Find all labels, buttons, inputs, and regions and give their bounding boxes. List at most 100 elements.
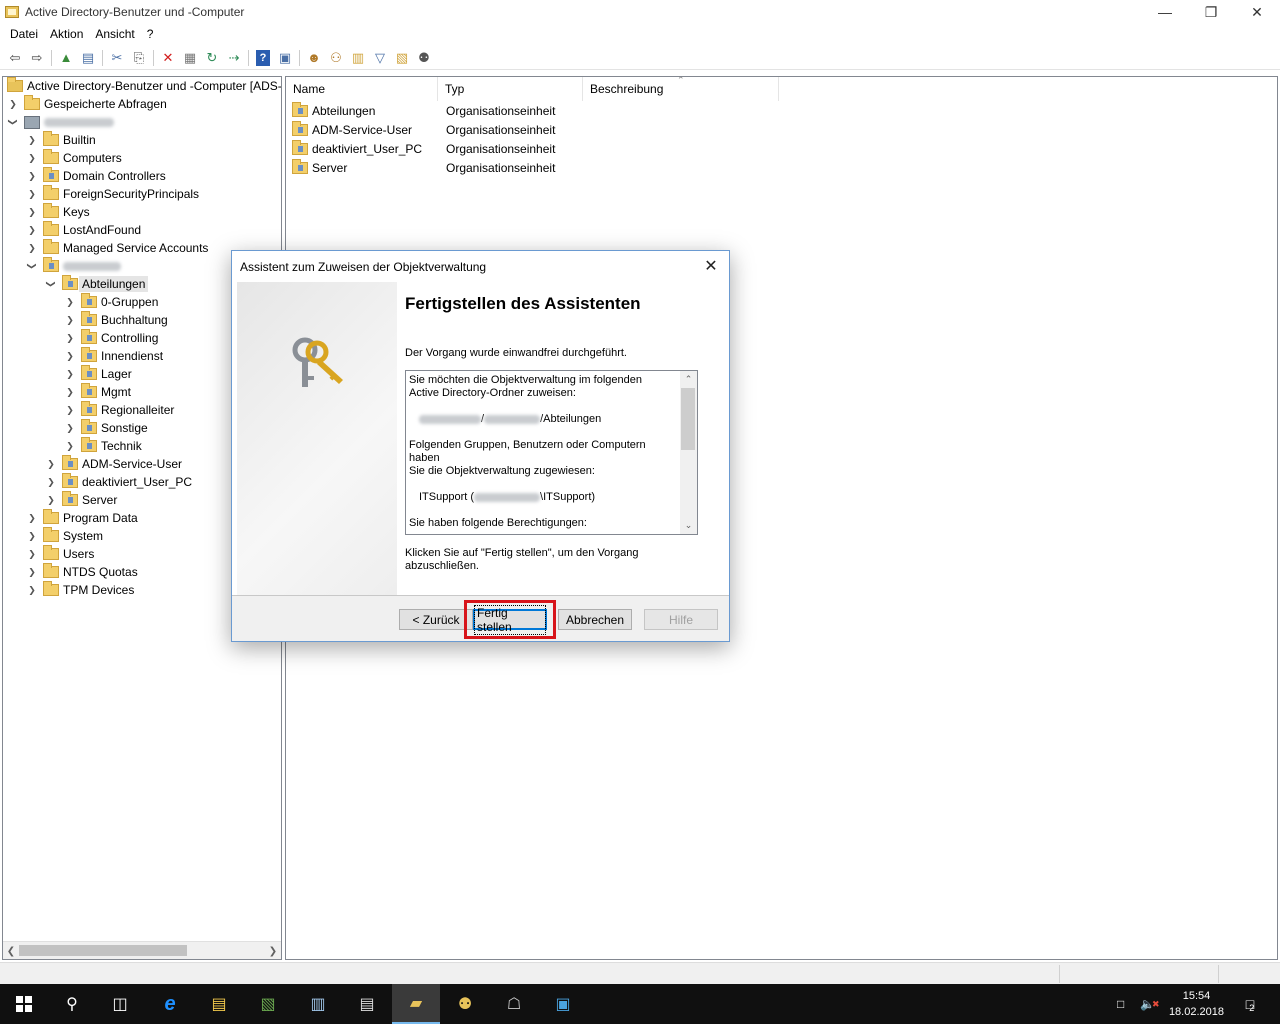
- scroll-thumb[interactable]: [681, 388, 695, 450]
- tree-item-ntds-quotas[interactable]: ❯ NTDS Quotas: [26, 563, 138, 581]
- help-button[interactable]: Hilfe: [644, 609, 718, 630]
- mmc-view-icon[interactable]: ▣: [274, 47, 296, 69]
- menu-help[interactable]: ?: [141, 27, 160, 41]
- tree-item-deaktiviert-user-pc[interactable]: ❯ deaktiviert_User_PC: [45, 473, 192, 491]
- tree-item-abteilungen[interactable]: ❯ Abteilungen: [45, 275, 149, 293]
- list-row[interactable]: deaktiviert_User_PC Organisationseinheit: [292, 139, 555, 158]
- notepad-icon[interactable]: ▤: [343, 984, 391, 1024]
- chevron-down-icon[interactable]: ❯: [7, 116, 19, 128]
- internet-explorer-icon[interactable]: e: [146, 984, 194, 1024]
- tree-item-keys[interactable]: ❯ Keys: [26, 203, 90, 221]
- restore-button[interactable]: ❐: [1188, 0, 1234, 24]
- tree-item-tpm-devices[interactable]: ❯ TPM Devices: [26, 581, 134, 599]
- new-ou-icon[interactable]: ▥: [347, 47, 369, 69]
- tree-item-adm-service-user[interactable]: ❯ ADM-Service-User: [45, 455, 182, 473]
- delete-icon[interactable]: ✕: [157, 47, 179, 69]
- chevron-right-icon[interactable]: ❯: [64, 368, 76, 380]
- volume-muted-icon[interactable]: 🔈 ✖: [1140, 984, 1160, 1024]
- tree-item-computers[interactable]: ❯ Computers: [26, 149, 122, 167]
- chevron-right-icon[interactable]: ❯: [26, 170, 38, 182]
- chevron-right-icon[interactable]: ❯: [64, 296, 76, 308]
- column-typ[interactable]: Typ: [438, 77, 583, 101]
- tree-item-0-gruppen[interactable]: ❯ 0-Gruppen: [64, 293, 158, 311]
- file-explorer-icon[interactable]: ▤: [195, 984, 243, 1024]
- chevron-right-icon[interactable]: ❯: [64, 404, 76, 416]
- chevron-right-icon[interactable]: ❯: [26, 134, 38, 146]
- minimize-button[interactable]: —: [1142, 0, 1188, 24]
- tree-item-domain[interactable]: ❯: [7, 113, 114, 131]
- network-tray-icon[interactable]: □: [1117, 984, 1124, 1024]
- chevron-right-icon[interactable]: ❯: [26, 188, 38, 200]
- network-icon[interactable]: ▥: [294, 984, 342, 1024]
- export-list-icon[interactable]: ⇢: [223, 47, 245, 69]
- chevron-right-icon[interactable]: ❯: [7, 98, 19, 110]
- list-row[interactable]: Server Organisationseinheit: [292, 158, 555, 177]
- cancel-button[interactable]: Abbrechen: [558, 609, 632, 630]
- tree-item-buchhaltung[interactable]: ❯ Buchhaltung: [64, 311, 168, 329]
- new-group-icon[interactable]: ⚇: [325, 47, 347, 69]
- tree-item-foreign-security-principals[interactable]: ❯ ForeignSecurityPrincipals: [26, 185, 199, 203]
- chevron-right-icon[interactable]: ❯: [64, 350, 76, 362]
- column-name[interactable]: Name: [286, 77, 438, 101]
- task-view-icon[interactable]: ◫: [96, 984, 144, 1024]
- chevron-right-icon[interactable]: ❯: [45, 494, 57, 506]
- tree-item-controlling[interactable]: ❯ Controlling: [64, 329, 158, 347]
- chevron-right-icon[interactable]: ❯: [26, 548, 38, 560]
- tree-item-regionalleiter[interactable]: ❯ Regionalleiter: [64, 401, 174, 419]
- summary-vertical-scrollbar[interactable]: ⌃ ⌄: [680, 371, 697, 534]
- start-windows-icon[interactable]: [0, 984, 48, 1024]
- show-hide-tree-icon[interactable]: ▤: [77, 47, 99, 69]
- tree-item-technik[interactable]: ❯ Technik: [64, 437, 142, 455]
- filter-icon[interactable]: ▽: [369, 47, 391, 69]
- menu-datei[interactable]: Datei: [4, 27, 44, 41]
- forward-arrow-icon[interactable]: ⇨: [26, 47, 48, 69]
- aduc-taskbar-icon[interactable]: ▰: [392, 984, 440, 1024]
- scroll-right-icon[interactable]: ❯: [265, 942, 281, 959]
- tree-item-users[interactable]: ❯ Users: [26, 545, 94, 563]
- close-window-button[interactable]: ✕: [1234, 0, 1280, 24]
- contacts-icon[interactable]: ▣: [539, 984, 587, 1024]
- tree-item-company-ou[interactable]: ❯: [26, 257, 121, 275]
- chevron-right-icon[interactable]: ❯: [26, 530, 38, 542]
- chevron-right-icon[interactable]: ❯: [26, 512, 38, 524]
- tree-item-builtin[interactable]: ❯ Builtin: [26, 131, 96, 149]
- finish-button[interactable]: Fertig stellen: [473, 604, 547, 635]
- chevron-right-icon[interactable]: ❯: [26, 152, 38, 164]
- tree-horizontal-scrollbar[interactable]: ❮ ❯: [3, 941, 281, 959]
- tree-item-mgmt[interactable]: ❯ Mgmt: [64, 383, 131, 401]
- tree-item-lost-and-found[interactable]: ❯ LostAndFound: [26, 221, 141, 239]
- tree-item-domain-controllers[interactable]: ❯ Domain Controllers: [26, 167, 166, 185]
- refresh-icon[interactable]: ↻: [201, 47, 223, 69]
- chevron-right-icon[interactable]: ❯: [26, 224, 38, 236]
- group-policy-icon[interactable]: ⚉: [441, 984, 489, 1024]
- chevron-right-icon[interactable]: ❯: [64, 386, 76, 398]
- scroll-up-icon[interactable]: ⌃: [680, 371, 697, 388]
- clipboard-icon[interactable]: ⎘: [128, 47, 150, 69]
- chevron-down-icon[interactable]: ❯: [26, 260, 38, 272]
- scroll-thumb[interactable]: [19, 945, 187, 956]
- chevron-right-icon[interactable]: ❯: [64, 440, 76, 452]
- menu-ansicht[interactable]: Ansicht: [89, 27, 140, 41]
- chevron-right-icon[interactable]: ❯: [45, 458, 57, 470]
- server-manager-icon[interactable]: ☖: [490, 984, 538, 1024]
- dialog-close-button[interactable]: ✕: [699, 255, 723, 277]
- list-row[interactable]: ADM-Service-User Organisationseinheit: [292, 120, 555, 139]
- chevron-right-icon[interactable]: ❯: [26, 566, 38, 578]
- scroll-down-icon[interactable]: ⌄: [680, 517, 697, 534]
- up-folder-icon[interactable]: ▲: [55, 47, 77, 69]
- tree-item-saved-queries[interactable]: ❯ Gespeicherte Abfragen: [7, 95, 167, 113]
- add-to-group-icon[interactable]: ⚉: [413, 47, 435, 69]
- summary-textbox[interactable]: Sie möchten die Objektverwaltung im folg…: [405, 370, 698, 535]
- tree-item-system[interactable]: ❯ System: [26, 527, 103, 545]
- chevron-right-icon[interactable]: ❯: [64, 332, 76, 344]
- scroll-left-icon[interactable]: ❮: [3, 942, 19, 959]
- help-icon[interactable]: ?: [256, 49, 270, 66]
- chevron-right-icon[interactable]: ❯: [45, 476, 57, 488]
- new-user-icon[interactable]: ☻: [303, 47, 325, 69]
- notifications-icon[interactable]: □ 2: [1238, 984, 1262, 1024]
- tree-item-innendienst[interactable]: ❯ Innendienst: [64, 347, 163, 365]
- tree-item-server[interactable]: ❯ Server: [45, 491, 117, 509]
- tree-item-managed-service-accounts[interactable]: ❯ Managed Service Accounts: [26, 239, 208, 257]
- search-icon[interactable]: ⚲: [48, 984, 96, 1024]
- tree-item-lager[interactable]: ❯ Lager: [64, 365, 132, 383]
